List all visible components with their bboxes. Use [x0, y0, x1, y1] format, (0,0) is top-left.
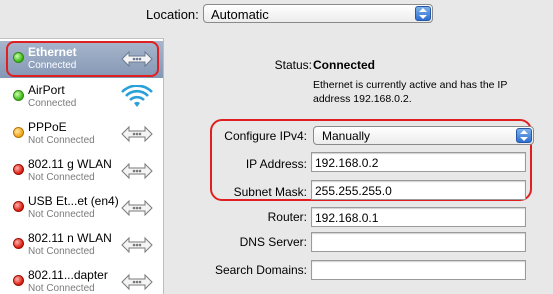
ip-address-field[interactable]: 192.168.0.2 — [311, 152, 526, 172]
service-status: Connected — [28, 60, 77, 71]
ethernet-icon — [121, 50, 153, 68]
service-item-airport[interactable]: AirPort Connected — [0, 79, 163, 116]
service-item-80211-adapter[interactable]: 802.11...dapter Not Connected — [0, 264, 163, 294]
service-item-80211g-wlan[interactable]: 802.11 g WLAN Not Connected — [0, 153, 163, 190]
ethernet-icon — [121, 236, 153, 254]
location-bar: Location: Automatic — [0, 0, 553, 33]
service-name: USB Et...et (en4) — [28, 194, 119, 208]
status-dot-icon — [13, 52, 24, 63]
status-value: Connected — [313, 58, 376, 72]
service-list: Ethernet Connected AirPort Connected PPP… — [0, 38, 164, 294]
wifi-icon — [121, 85, 153, 107]
service-status: Not Connected — [28, 246, 95, 257]
location-value: Automatic — [211, 7, 269, 22]
status-dot-icon — [13, 127, 24, 138]
ethernet-icon — [121, 273, 153, 291]
router-field[interactable]: 192.168.0.1 — [311, 207, 526, 227]
service-name: 802.11 g WLAN — [28, 157, 112, 171]
configure-ipv4-label: Configure IPv4: — [224, 129, 307, 143]
service-status: Connected — [28, 98, 77, 109]
location-select[interactable]: Automatic — [203, 4, 433, 23]
status-dot-icon — [13, 275, 24, 286]
status-dot-icon — [13, 90, 24, 101]
search-domains-label: Search Domains: — [214, 263, 307, 277]
service-item-pppoe[interactable]: PPPoE Not Connected — [0, 116, 163, 153]
service-item-ethernet[interactable]: Ethernet Connected — [0, 41, 163, 78]
status-dot-icon — [13, 201, 24, 212]
dns-server-field[interactable] — [311, 232, 526, 252]
ethernet-icon — [121, 199, 153, 217]
stepper-arrows-icon — [516, 128, 532, 143]
subnet-mask-value: 255.255.255.0 — [315, 184, 392, 198]
service-status: Not Connected — [28, 209, 95, 220]
service-name: Ethernet — [28, 45, 77, 59]
search-domains-field[interactable] — [311, 260, 526, 280]
subnet-mask-field[interactable]: 255.255.255.0 — [311, 180, 526, 200]
status-dot-icon — [13, 238, 24, 249]
ethernet-icon — [121, 162, 153, 180]
status-dot-icon — [13, 164, 24, 175]
subnet-mask-label: Subnet Mask: — [233, 185, 307, 199]
router-value: 192.168.0.1 — [315, 211, 379, 225]
ip-address-value: 192.168.0.2 — [315, 156, 379, 170]
ip-address-label: IP Address: — [245, 157, 307, 171]
service-item-usb-ethernet[interactable]: USB Et...et (en4) Not Connected — [0, 190, 163, 227]
service-name: 802.11 n WLAN — [28, 231, 112, 245]
stepper-arrows-icon — [415, 6, 431, 21]
dns-server-label: DNS Server: — [239, 235, 307, 249]
service-name: PPPoE — [28, 120, 67, 134]
service-name: 802.11...dapter — [28, 268, 108, 282]
service-item-80211n-wlan[interactable]: 802.11 n WLAN Not Connected — [0, 227, 163, 264]
detail-pane: Status: Connected Ethernet is currently … — [170, 38, 553, 293]
service-name: AirPort — [28, 83, 65, 97]
status-label: Status: — [274, 58, 312, 72]
configure-ipv4-value: Manually — [322, 129, 371, 143]
service-status: Not Connected — [28, 283, 95, 294]
service-status: Not Connected — [28, 135, 95, 146]
configure-ipv4-select[interactable]: Manually — [313, 126, 534, 145]
router-label: Router: — [267, 210, 307, 224]
location-label: Location: — [146, 7, 199, 22]
status-description: Ethernet is currently active and has the… — [313, 79, 508, 105]
service-status: Not Connected — [28, 172, 95, 183]
ethernet-icon — [121, 125, 153, 143]
